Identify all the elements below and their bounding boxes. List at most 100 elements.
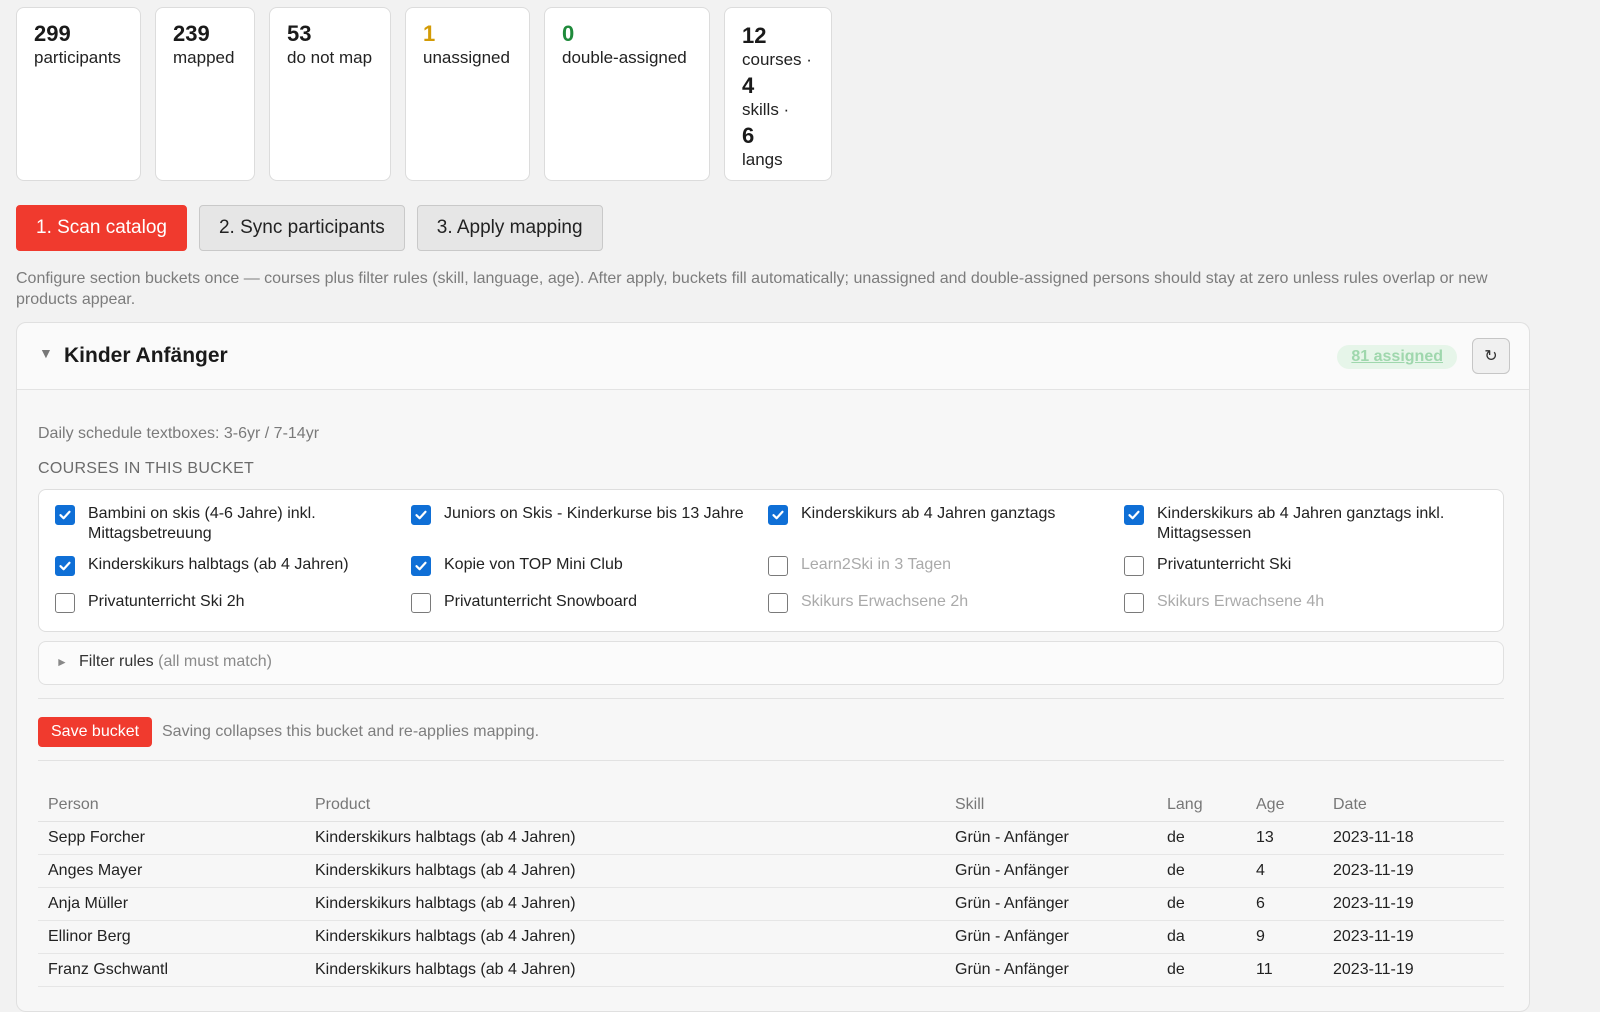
table-cell: Kinderskikurs halbtags (ab 4 Jahren) xyxy=(305,821,945,855)
table-cell: 13 xyxy=(1246,821,1323,855)
table-cell: Grün - Anfänger xyxy=(945,920,1157,954)
skills-count: 4 xyxy=(742,73,755,98)
course-checkbox[interactable] xyxy=(1124,593,1144,613)
course-checkbox[interactable] xyxy=(1124,505,1144,525)
filter-rules-label: Filter rules (all must match) xyxy=(79,653,272,671)
course-option[interactable]: Skikurs Erwachsene 4h xyxy=(1124,592,1464,613)
table-cell: de xyxy=(1157,953,1246,987)
stat-value: 53 xyxy=(287,21,312,46)
course-checkbox[interactable] xyxy=(411,593,431,613)
checkmark-icon xyxy=(415,510,427,520)
course-option[interactable]: Kinderskikurs ab 4 Jahren ganztags xyxy=(768,504,1108,525)
bucket-header[interactable]: ▼ Kinder Anfänger 81 assigned ↻ xyxy=(17,323,1529,390)
checkmark-icon xyxy=(415,561,427,571)
assigned-count-badge[interactable]: 81 assigned xyxy=(1337,345,1457,369)
stat-card-do-not-map: 53 do not map xyxy=(269,7,391,181)
course-label: Skikurs Erwachsene 2h xyxy=(801,593,969,610)
course-checkbox[interactable] xyxy=(55,556,75,576)
course-option[interactable]: Kinderskikurs halbtags (ab 4 Jahren) xyxy=(55,555,395,576)
course-checkbox[interactable] xyxy=(411,505,431,525)
stat-card-unassigned: 1 unassigned xyxy=(405,7,530,181)
langs-count: 6 xyxy=(742,123,755,148)
divider xyxy=(38,698,1504,699)
collapse-triangle-icon[interactable]: ▼ xyxy=(39,345,53,361)
table-cell: 2023-11-19 xyxy=(1323,854,1504,888)
course-label: Skikurs Erwachsene 4h xyxy=(1157,593,1325,610)
stat-card-mapped: 239 mapped xyxy=(155,7,255,181)
course-label: Kinderskikurs halbtags (ab 4 Jahren) xyxy=(88,556,349,573)
bucket-panel: ▼ Kinder Anfänger 81 assigned ↻ Daily sc… xyxy=(16,322,1530,1012)
column-header: Person xyxy=(38,789,305,822)
save-bucket-button[interactable]: Save bucket xyxy=(38,717,153,747)
course-checkbox[interactable] xyxy=(768,593,788,613)
step-buttons: 1. Scan catalog 2. Sync participants 3. … xyxy=(16,205,603,251)
checkmark-icon xyxy=(59,510,71,520)
course-label: Privatunterricht Snowboard xyxy=(444,593,637,610)
save-hint: Saving collapses this bucket and re-appl… xyxy=(162,723,540,740)
skills-label: skills · xyxy=(742,100,790,119)
course-checkbox[interactable] xyxy=(55,593,75,613)
column-header: Product xyxy=(305,789,945,822)
course-checkbox[interactable] xyxy=(1124,556,1144,576)
checkmark-icon xyxy=(1128,510,1140,520)
course-checkbox[interactable] xyxy=(411,556,431,576)
courses-count: 12 xyxy=(742,23,767,48)
participants-table: Person Product Skill Lang Age Date Sepp … xyxy=(38,789,1504,987)
table-cell: 2023-11-19 xyxy=(1323,920,1504,954)
course-label: Privatunterricht Ski xyxy=(1157,556,1292,573)
stat-card-participants: 299 participants xyxy=(16,7,141,181)
course-label: Kinderskikurs ab 4 Jahren ganztags xyxy=(801,505,1056,522)
course-option[interactable]: Kopie von TOP Mini Club xyxy=(411,555,751,576)
apply-mapping-button[interactable]: 3. Apply mapping xyxy=(416,205,603,251)
sync-participants-button[interactable]: 2. Sync participants xyxy=(198,205,405,251)
filter-rules-toggle[interactable]: ► Filter rules (all must match) xyxy=(38,641,1504,685)
stat-label: mapped xyxy=(173,48,235,67)
column-header: Skill xyxy=(945,789,1157,822)
refresh-button[interactable]: ↻ xyxy=(1472,338,1510,374)
course-label: Juniors on Skis - Kinderkurse bis 13 Jah… xyxy=(444,505,744,522)
course-option[interactable]: Skikurs Erwachsene 2h xyxy=(768,592,1108,613)
table-cell: Grün - Anfänger xyxy=(945,887,1157,921)
table-cell: Anges Mayer xyxy=(38,854,305,888)
table-row: Anges Mayer Kinderskikurs halbtags (ab 4 … xyxy=(38,854,1504,888)
course-option[interactable]: Privatunterricht Ski xyxy=(1124,555,1464,576)
divider xyxy=(38,760,1504,761)
table-cell: de xyxy=(1157,854,1246,888)
table-cell: 9 xyxy=(1246,920,1323,954)
stat-card-catalog-summary: 12 courses · 4 skills · 6 langs xyxy=(724,7,832,181)
course-option[interactable]: Privatunterricht Ski 2h xyxy=(55,592,395,613)
table-cell: Grün - Anfänger xyxy=(945,821,1157,855)
courses-label: courses · xyxy=(742,50,812,69)
course-checkbox[interactable] xyxy=(768,505,788,525)
course-checkbox[interactable] xyxy=(55,505,75,525)
course-option[interactable]: Juniors on Skis - Kinderkurse bis 13 Jah… xyxy=(411,504,751,525)
course-option[interactable]: Bambini on skis (4-6 Jahre) inkl. Mittag… xyxy=(55,504,395,544)
course-checkbox[interactable] xyxy=(768,556,788,576)
langs-label: langs xyxy=(742,150,783,169)
table-cell: Anja Müller xyxy=(38,887,305,921)
scan-catalog-button[interactable]: 1. Scan catalog xyxy=(16,205,187,251)
intro-text: Configure section buckets once — courses… xyxy=(16,270,1488,308)
course-option[interactable]: Learn2Ski in 3 Tagen xyxy=(768,555,1108,576)
table-cell: Sepp Forcher xyxy=(38,821,305,855)
stat-value: 0 xyxy=(562,21,575,46)
checkmark-icon xyxy=(59,561,71,571)
course-option[interactable]: Kinderskikurs ab 4 Jahren ganztags inkl.… xyxy=(1124,504,1464,544)
column-header: Age xyxy=(1246,789,1323,822)
table-cell: Kinderskikurs halbtags (ab 4 Jahren) xyxy=(305,920,945,954)
table-cell: 6 xyxy=(1246,887,1323,921)
filter-title: Filter rules xyxy=(79,653,154,670)
table-cell: de xyxy=(1157,887,1246,921)
bucket-title: Kinder Anfänger xyxy=(64,344,228,367)
course-label: Kopie von TOP Mini Club xyxy=(444,556,623,573)
stat-value: 1 xyxy=(423,21,436,46)
stat-label: double-assigned xyxy=(562,48,687,67)
table-cell: de xyxy=(1157,821,1246,855)
table-row: Anja Müller Kinderskikurs halbtags (ab 4 … xyxy=(38,887,1504,921)
stat-label: participants xyxy=(34,48,121,67)
courses-heading: COURSES IN THIS BUCKET xyxy=(38,460,255,477)
stat-label: unassigned xyxy=(423,48,510,67)
filter-hint: (all must match) xyxy=(158,653,272,670)
table-cell: da xyxy=(1157,920,1246,954)
course-option[interactable]: Privatunterricht Snowboard xyxy=(411,592,751,613)
